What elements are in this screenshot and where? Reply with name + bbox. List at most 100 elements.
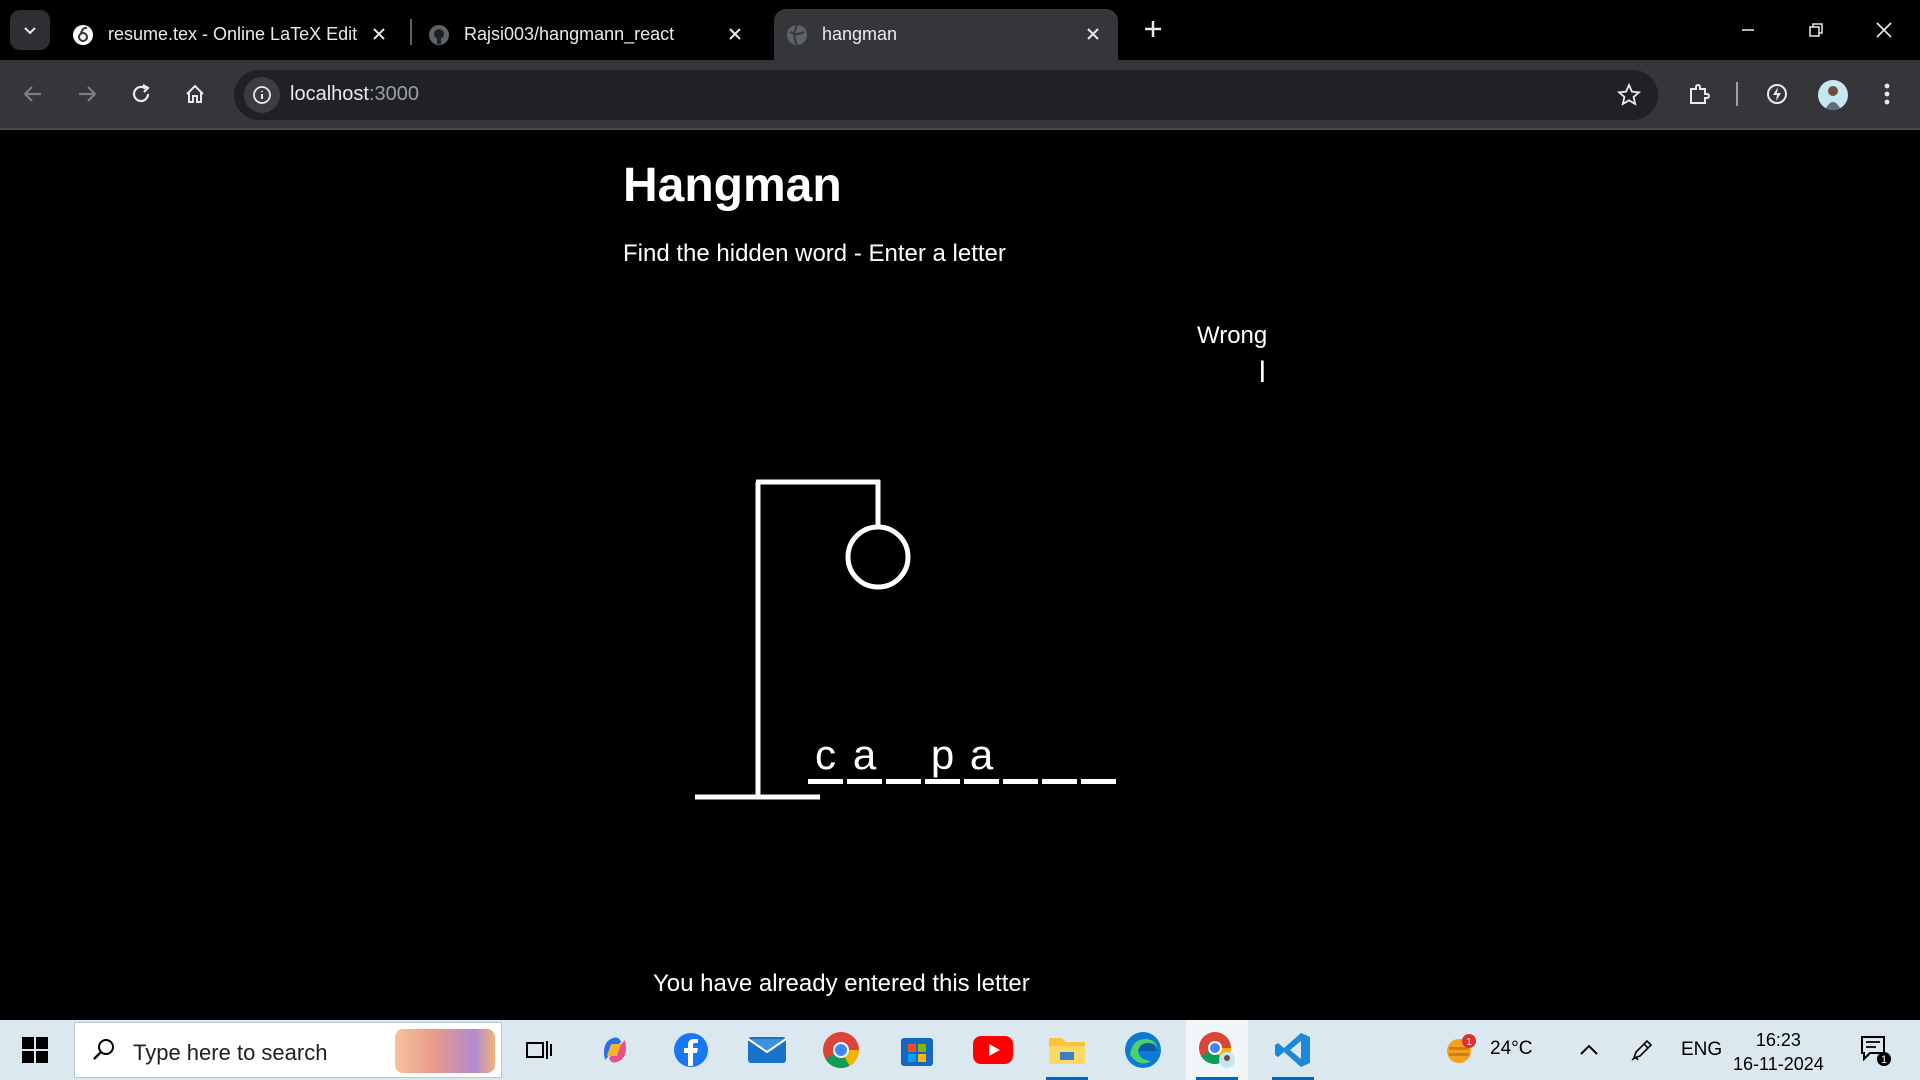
notification-icon: 1 <box>1861 1036 1891 1066</box>
back-button[interactable] <box>14 75 52 113</box>
facebook-icon <box>674 1033 708 1067</box>
url-host: localhost <box>290 83 369 105</box>
letter-slot: c <box>808 734 843 784</box>
plus-icon <box>1145 21 1161 37</box>
task-view-icon <box>526 1041 552 1059</box>
taskbar-clock[interactable]: 16:23 16-11-2024 <box>1733 1028 1824 1076</box>
copilot-app[interactable] <box>584 1020 646 1080</box>
copilot-icon <box>604 1037 626 1063</box>
wrong-letter: l <box>1259 356 1266 389</box>
pen-icon <box>1631 1039 1653 1061</box>
clock-time: 16:23 <box>1755 1030 1801 1050</box>
instructions-text: Find the hidden word - Enter a letter <box>623 240 1006 267</box>
search-placeholder: Type here to search <box>133 1040 328 1065</box>
windows-icon <box>22 1037 48 1063</box>
tab-github[interactable]: Rajsi003/hangmann_react <box>420 9 760 60</box>
edge-icon <box>1125 1032 1161 1068</box>
start-button[interactable] <box>0 1020 70 1080</box>
letter-slot: a <box>964 734 999 784</box>
facebook-app[interactable] <box>660 1020 722 1080</box>
letter-slot <box>1081 734 1116 784</box>
word-display: c a p a <box>808 734 1120 784</box>
mail-icon <box>747 1037 787 1063</box>
bookmark-star-icon[interactable] <box>1616 82 1642 108</box>
weather-temperature[interactable]: 24°C <box>1490 1038 1532 1060</box>
notification-message: You have already entered this letter <box>653 970 1030 997</box>
new-tab-button[interactable] <box>1136 12 1170 46</box>
tab-search-button[interactable] <box>10 10 50 50</box>
microsoft-store-app[interactable] <box>886 1020 948 1080</box>
letter-slot: p <box>925 734 960 784</box>
task-view-button[interactable] <box>508 1020 570 1080</box>
arrow-right-icon <box>79 86 97 102</box>
puzzle-icon <box>1690 84 1710 104</box>
chrome-profile-app[interactable] <box>1186 1020 1248 1080</box>
restore-icon <box>1809 23 1823 37</box>
browser-tab-strip: resume.tex - Online LaTeX Edito Rajsi003… <box>0 0 1920 60</box>
file-explorer-app[interactable] <box>1036 1020 1098 1080</box>
more-vert-icon <box>1884 83 1890 105</box>
mail-app[interactable] <box>736 1020 798 1080</box>
overleaf-icon <box>72 24 94 46</box>
tab-title: resume.tex - Online LaTeX Edito <box>108 24 358 44</box>
hangman-page: Hangman Find the hidden word - Enter a l… <box>0 130 1920 1020</box>
performance-icon <box>1767 84 1787 104</box>
vscode-app[interactable] <box>1262 1020 1324 1080</box>
weather-badge: 1 <box>1466 1037 1472 1048</box>
store-icon <box>901 1038 933 1066</box>
restore-button[interactable] <box>1786 8 1846 52</box>
youtube-app[interactable] <box>962 1020 1024 1080</box>
tab-separator <box>410 19 412 45</box>
menu-button[interactable] <box>1868 75 1906 113</box>
wrong-letters-label: Wrong <box>1197 322 1268 349</box>
profile-icon <box>1825 86 1841 110</box>
browser-toolbar: localhost:3000 <box>0 60 1920 128</box>
profile-avatar[interactable] <box>1818 80 1848 110</box>
minimize-icon <box>1742 29 1754 31</box>
show-hidden-icons-button[interactable] <box>1572 1020 1606 1080</box>
youtube-icon <box>973 1036 1013 1064</box>
search-highlight-image <box>395 1029 495 1073</box>
globe-icon <box>786 24 808 46</box>
close-window-button[interactable] <box>1854 8 1914 52</box>
chrome-app[interactable] <box>810 1020 872 1080</box>
pen-menu-button[interactable] <box>1624 1020 1660 1080</box>
tab-hangman[interactable]: hangman <box>774 9 1118 60</box>
input-language[interactable]: ENG <box>1681 1039 1722 1061</box>
tab-title: hangman <box>822 24 898 44</box>
address-bar[interactable]: localhost:3000 <box>234 70 1658 120</box>
reload-icon <box>132 84 150 103</box>
home-button[interactable] <box>176 75 214 113</box>
letter-slot <box>1042 734 1077 784</box>
notification-center-button[interactable]: 1 <box>1852 1020 1898 1080</box>
performance-button[interactable] <box>1758 75 1796 113</box>
letter-slot <box>886 734 921 784</box>
home-icon <box>186 84 204 103</box>
close-tab-icon[interactable] <box>722 21 748 47</box>
forward-button[interactable] <box>68 75 106 113</box>
close-tab-icon[interactable] <box>366 21 392 47</box>
letter-slot: a <box>847 734 882 784</box>
folder-icon <box>1049 1038 1085 1064</box>
url-port: :3000 <box>368 83 419 105</box>
weather-widget[interactable]: 1 <box>1440 1020 1480 1080</box>
taskbar-search[interactable]: Type here to search <box>74 1022 502 1078</box>
minimize-button[interactable] <box>1718 8 1778 52</box>
toolbar-separator <box>1736 82 1738 106</box>
url-text[interactable]: localhost:3000 <box>290 83 419 106</box>
arrow-left-icon <box>23 86 41 102</box>
tab-resume[interactable]: resume.tex - Online LaTeX Edito <box>64 9 404 60</box>
reload-button[interactable] <box>122 75 160 113</box>
hangman-head <box>845 524 911 590</box>
letter-slot <box>1003 734 1038 784</box>
windows-taskbar: Type here to search 1 24°C ENG 16:23 16-… <box>0 1020 1920 1080</box>
info-icon <box>253 86 271 104</box>
close-tab-icon[interactable] <box>1080 21 1106 47</box>
site-info-button[interactable] <box>244 77 280 113</box>
github-icon <box>428 24 450 46</box>
edge-app[interactable] <box>1112 1020 1174 1080</box>
chrome-profile-icon <box>1199 1032 1235 1068</box>
clock-date: 16-11-2024 <box>1733 1054 1824 1074</box>
extensions-button[interactable] <box>1680 75 1718 113</box>
chrome-icon <box>823 1032 860 1069</box>
